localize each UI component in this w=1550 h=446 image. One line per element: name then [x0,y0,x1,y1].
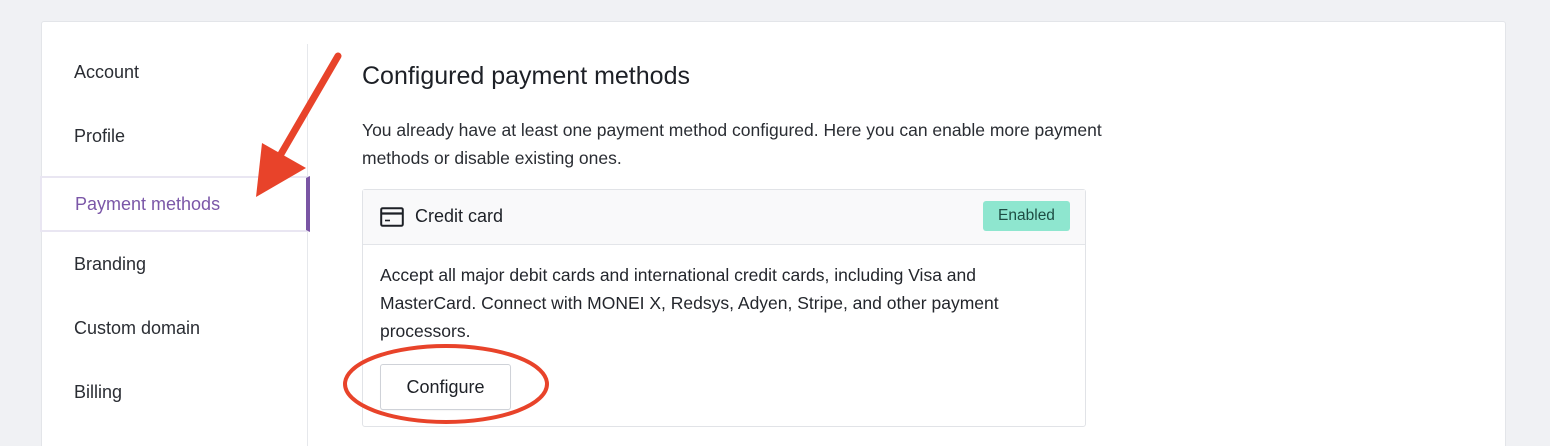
page-title: Configured payment methods [362,62,690,90]
sidebar-item-custom-domain[interactable]: Custom domain [42,300,307,356]
sidebar-item-account[interactable]: Account [42,44,307,100]
configure-button[interactable]: Configure [380,364,511,410]
credit-card-icon [380,207,404,227]
page-description: You already have at least one payment me… [362,120,1102,168]
sidebar-item-billing[interactable]: Billing [42,364,307,420]
sidebar-item-profile[interactable]: Profile [42,108,307,164]
card-title: Credit card [415,206,504,226]
sidebar-item-payment-methods[interactable]: Payment methods [40,176,310,232]
settings-sidebar: Account Profile Payment methods Branding… [40,44,310,446]
payment-method-card: Credit card Enabled Accept all major deb… [362,189,1086,427]
status-badge: Enabled [983,201,1070,231]
sidebar-item-branding[interactable]: Branding [42,236,307,292]
settings-panel: Account Profile Payment methods Branding… [40,21,1506,446]
card-header: Credit card Enabled [363,190,1085,245]
page: Account Profile Payment methods Branding… [0,0,1550,446]
card-description: Accept all major debit cards and interna… [380,265,999,341]
